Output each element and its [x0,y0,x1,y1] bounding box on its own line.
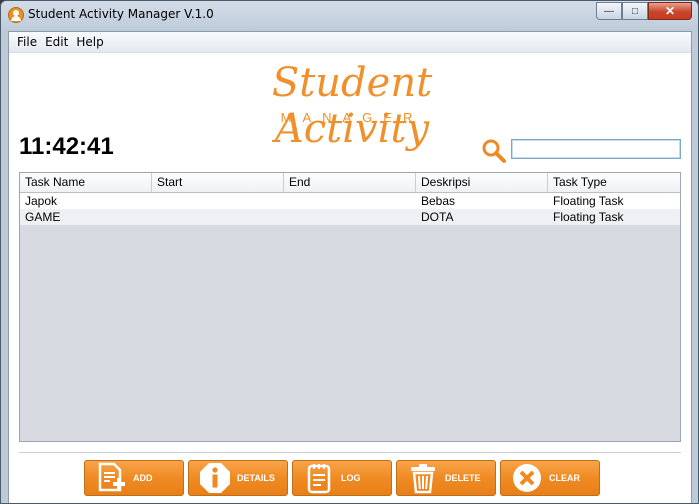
task-table[interactable]: Task Name Start End Deskripsi Task Type … [19,172,681,442]
table-row[interactable]: GAME DOTA Floating Task [20,209,680,225]
column-header-task-name[interactable]: Task Name [20,173,152,192]
delete-button-label: DELETE [445,473,481,483]
cell-deskripsi: Bebas [421,194,456,208]
title-bar[interactable]: Student Activity Manager V.1.0 — □ ✕ [1,1,698,31]
delete-button[interactable]: DELETE [396,460,496,496]
action-bar: ADD DETAILS LOG DELETE CLEAR [84,460,600,496]
info-icon [200,463,230,493]
details-button[interactable]: DETAILS [188,460,288,496]
app-logo-icon[interactable] [8,7,24,23]
add-button[interactable]: ADD [84,460,184,496]
column-header-start[interactable]: Start [152,173,284,192]
notepad-icon [307,464,331,494]
clear-x-icon [513,464,541,492]
table-header: Task Name Start End Deskripsi Task Type [20,173,680,193]
app-logo: Student Activity MANAGER [197,60,507,152]
column-header-end[interactable]: End [284,173,416,192]
clear-button[interactable]: CLEAR [500,460,600,496]
window-controls: — □ ✕ [596,2,692,20]
logo-subtitle: MANAGER [280,110,424,125]
log-button-label: LOG [341,473,361,483]
cell-task-name: GAME [25,210,61,224]
maximize-button[interactable]: □ [622,2,648,20]
details-button-label: DETAILS [237,473,275,483]
add-document-icon [98,462,125,492]
minimize-button[interactable]: — [596,2,622,20]
cell-end [284,209,416,225]
window-title: Student Activity Manager V.1.0 [28,7,214,21]
column-header-deskripsi[interactable]: Deskripsi [416,173,548,192]
divider [19,452,681,453]
close-button[interactable]: ✕ [648,2,692,20]
cell-task-type: Floating Task [553,194,624,208]
cell-task-type: Floating Task [553,210,624,224]
clock-display: 11:42:41 [19,133,114,160]
app-window: Student Activity Manager V.1.0 — □ ✕ Fil… [0,0,699,504]
menu-edit[interactable]: Edit [45,35,68,49]
cell-deskripsi: DOTA [421,210,454,224]
cell-end [284,193,416,209]
client-area: File Edit Help Student Activity MANAGER … [8,31,692,503]
cell-start [152,209,284,225]
trash-icon [411,464,435,494]
cell-start [152,193,284,209]
clear-button-label: CLEAR [549,473,580,483]
column-header-task-type[interactable]: Task Type [548,173,680,192]
search-icon [482,139,506,163]
menu-help[interactable]: Help [76,35,103,49]
logo-title: Student Activity [271,60,433,152]
menu-bar: File Edit Help [9,32,691,53]
log-button[interactable]: LOG [292,460,392,496]
cell-task-name: Japok [25,194,58,208]
menu-file[interactable]: File [17,35,37,49]
add-button-label: ADD [133,473,153,483]
search-input[interactable] [511,139,681,159]
table-row[interactable]: Japok Bebas Floating Task [20,193,680,209]
